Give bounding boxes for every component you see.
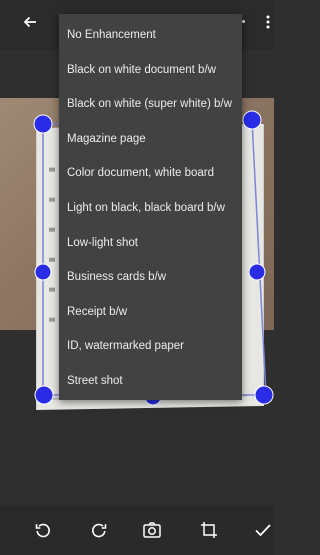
menu-item-no-enhancement[interactable]: No Enhancement xyxy=(59,18,242,53)
menu-item-black-on-white-document[interactable]: Black on white document b/w xyxy=(59,53,242,88)
bottom-toolbar xyxy=(0,505,274,555)
menu-item-light-on-black[interactable]: Light on black, black board b/w xyxy=(59,191,242,226)
menu-item-business-cards[interactable]: Business cards b/w xyxy=(59,260,242,295)
enhancement-menu: No Enhancement Black on white document b… xyxy=(59,14,242,400)
camera-icon[interactable] xyxy=(141,519,163,541)
rotate-left-icon[interactable] xyxy=(32,519,54,541)
crop-handle-bottom-left[interactable] xyxy=(34,385,54,405)
menu-item-street-shot[interactable]: Street shot xyxy=(59,364,242,399)
crop-icon[interactable] xyxy=(198,519,220,541)
menu-item-color-document[interactable]: Color document, white board xyxy=(59,156,242,191)
rotate-right-icon[interactable] xyxy=(88,519,110,541)
menu-item-low-light-shot[interactable]: Low-light shot xyxy=(59,226,242,261)
check-icon[interactable] xyxy=(252,519,274,541)
crop-handle-bottom-right[interactable] xyxy=(254,385,274,405)
crop-handle-top-left[interactable] xyxy=(33,114,53,134)
crop-handle-left-mid[interactable] xyxy=(34,263,52,281)
menu-item-receipt[interactable]: Receipt b/w xyxy=(59,295,242,330)
crop-handle-top-right[interactable] xyxy=(242,110,262,130)
menu-item-black-on-white-super-white[interactable]: Black on white (super white) b/w xyxy=(59,87,242,122)
crop-handle-right-mid[interactable] xyxy=(248,263,266,281)
menu-item-magazine-page[interactable]: Magazine page xyxy=(59,122,242,157)
menu-item-id-watermarked[interactable]: ID, watermarked paper xyxy=(59,329,242,364)
